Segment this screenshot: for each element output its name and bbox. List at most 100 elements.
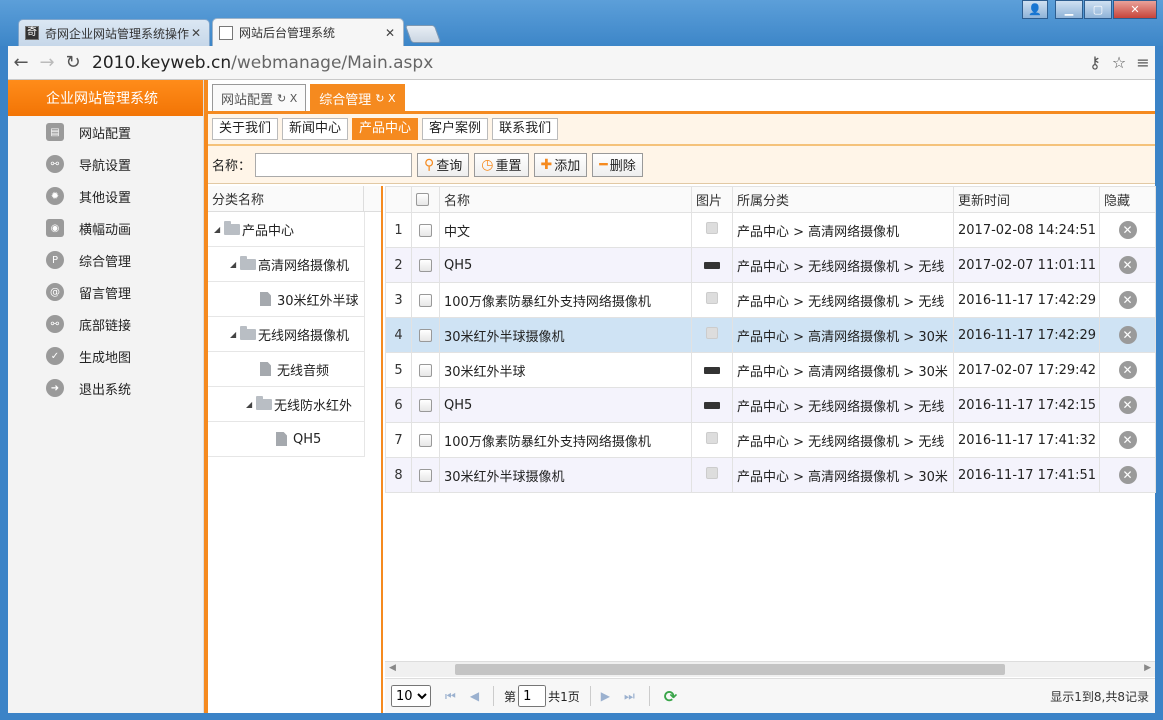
col-image[interactable]: 图片: [691, 186, 733, 213]
tree-node[interactable]: ◢ 产品中心: [208, 212, 365, 247]
thumbnail-icon[interactable]: [706, 222, 718, 234]
row-checkbox-cell[interactable]: [411, 212, 440, 248]
close-icon[interactable]: ✕: [383, 26, 397, 40]
row-checkbox-cell[interactable]: [411, 282, 440, 318]
row-checkbox-cell[interactable]: [411, 422, 440, 458]
thumbnail-icon[interactable]: [706, 327, 718, 339]
thumbnail-icon[interactable]: [706, 292, 718, 304]
row-checkbox-cell[interactable]: [411, 457, 440, 493]
scroll-right-icon[interactable]: ▶: [1144, 663, 1151, 673]
horizontal-scrollbar[interactable]: ◀ ▶: [385, 661, 1155, 677]
col-select-all[interactable]: [411, 186, 440, 213]
tree-node[interactable]: ◢ 高清网络摄像机: [208, 247, 365, 282]
hidden-x-icon[interactable]: ✕: [1118, 291, 1137, 309]
select-all-checkbox[interactable]: [416, 193, 429, 206]
close-window-button[interactable]: ✕: [1113, 0, 1157, 19]
hidden-x-icon[interactable]: ✕: [1118, 396, 1137, 414]
table-row[interactable]: 5 30米红外半球 产品中心 > 高清网络摄像机 > 30米 2017-02-07 1…: [385, 352, 1156, 388]
refresh-close-icon[interactable]: ↻ X: [375, 92, 395, 105]
sidebar-item-footer-links[interactable]: ⚯ 底部链接: [8, 308, 203, 340]
expand-arrow-icon[interactable]: ◢: [230, 330, 240, 339]
col-updated[interactable]: 更新时间: [953, 186, 1100, 213]
sidebar-item-general[interactable]: P 综合管理: [8, 244, 203, 276]
subtab-products[interactable]: 产品中心: [352, 118, 419, 140]
tree-node[interactable]: ◢ 无线网络摄像机: [208, 317, 365, 352]
close-icon[interactable]: ✕: [189, 26, 203, 40]
table-row[interactable]: 6 QH5 产品中心 > 无线网络摄像机 > 无线 2016-11-17 17:42:…: [385, 387, 1156, 423]
row-checkbox[interactable]: [419, 363, 432, 377]
row-checkbox[interactable]: [419, 468, 432, 482]
row-checkbox[interactable]: [419, 433, 432, 447]
delete-button[interactable]: ━ 删除: [592, 152, 643, 177]
add-button[interactable]: ✚ 添加: [533, 152, 588, 177]
address-bar[interactable]: 2010.keyweb.cn/webmanage/Main.aspx: [92, 50, 1083, 76]
new-tab-button[interactable]: [404, 25, 442, 43]
row-checkbox[interactable]: [419, 258, 432, 272]
hidden-x-icon[interactable]: ✕: [1118, 256, 1137, 274]
hidden-x-icon[interactable]: ✕: [1118, 361, 1137, 379]
sidebar-item-config[interactable]: ▤ 网站配置: [8, 116, 203, 148]
table-row[interactable]: 2 QH5 产品中心 > 无线网络摄像机 > 无线 2017-02-07 11:01:…: [385, 247, 1156, 283]
subtab-cases[interactable]: 客户案例: [422, 118, 489, 140]
row-checkbox[interactable]: [419, 223, 432, 237]
row-checkbox[interactable]: [419, 293, 432, 307]
page-size-select[interactable]: 10: [391, 685, 431, 707]
refresh-icon[interactable]: ⟳: [664, 687, 677, 706]
next-page-icon[interactable]: ▶: [601, 689, 610, 703]
tab-general-management[interactable]: 综合管理 ↻ X: [310, 84, 405, 111]
row-checkbox-cell[interactable]: [411, 387, 440, 423]
maximize-button[interactable]: ▢: [1084, 0, 1112, 19]
hidden-x-icon[interactable]: ✕: [1118, 326, 1137, 344]
table-row[interactable]: 3 100万像素防暴红外支持网络摄像机 产品中心 > 无线网络摄像机 > 无线 201…: [385, 282, 1156, 318]
first-page-icon[interactable]: ⏮: [445, 689, 456, 704]
tree-node[interactable]: QH5: [208, 422, 365, 457]
query-button[interactable]: ⚲ 查询: [417, 152, 470, 177]
table-row[interactable]: 4 30米红外半球摄像机 产品中心 > 高清网络摄像机 > 30米 2016-11-1…: [385, 317, 1156, 353]
row-checkbox[interactable]: [419, 398, 432, 412]
tree-node[interactable]: 无线音频: [208, 352, 365, 387]
browser-tab-2[interactable]: 网站后台管理系统 ✕: [212, 18, 404, 46]
minimize-button[interactable]: ▁: [1055, 0, 1083, 19]
back-arrow-icon[interactable]: ←: [8, 52, 34, 73]
tree-node[interactable]: ◢ 无线防水红外: [208, 387, 365, 422]
col-hidden[interactable]: 隐藏: [1099, 186, 1156, 213]
sidebar-item-other[interactable]: ✹ 其他设置: [8, 180, 203, 212]
sidebar-item-logout[interactable]: ➜ 退出系统: [8, 372, 203, 404]
scroll-left-icon[interactable]: ◀: [389, 663, 396, 673]
search-input[interactable]: [255, 152, 413, 177]
sidebar-item-messages[interactable]: @ 留言管理: [8, 276, 203, 308]
tab-site-config[interactable]: 网站配置 ↻ X: [212, 84, 307, 111]
menu-icon[interactable]: ≡: [1131, 53, 1155, 72]
reset-button[interactable]: ◷ 重置: [474, 152, 529, 177]
page-number-input[interactable]: [518, 685, 547, 707]
thumbnail-icon[interactable]: [704, 261, 720, 269]
user-icon[interactable]: 👤: [1022, 0, 1048, 19]
expand-arrow-icon[interactable]: ◢: [214, 225, 224, 234]
prev-page-icon[interactable]: ◀: [470, 689, 479, 703]
subtab-about[interactable]: 关于我们: [212, 118, 279, 140]
reload-icon[interactable]: ↻: [60, 52, 86, 73]
expand-arrow-icon[interactable]: ◢: [230, 260, 240, 269]
table-row[interactable]: 8 30米红外半球摄像机 产品中心 > 高清网络摄像机 > 30米 2016-11-1…: [385, 457, 1156, 493]
refresh-close-icon[interactable]: ↻ X: [277, 92, 297, 105]
row-checkbox[interactable]: [419, 328, 432, 342]
table-row[interactable]: 1 中文 产品中心 > 高清网络摄像机 2017-02-08 14:24:51 ✕: [385, 212, 1156, 248]
forward-arrow-icon[interactable]: →: [34, 52, 60, 73]
col-name[interactable]: 名称: [439, 186, 692, 213]
row-checkbox-cell[interactable]: [411, 352, 440, 388]
row-checkbox-cell[interactable]: [411, 317, 440, 353]
hidden-x-icon[interactable]: ✕: [1118, 466, 1137, 484]
thumbnail-icon[interactable]: [704, 366, 720, 374]
key-icon[interactable]: ⚷: [1083, 53, 1107, 72]
table-row[interactable]: 7 100万像素防暴红外支持网络摄像机 产品中心 > 无线网络摄像机 > 无线 201…: [385, 422, 1156, 458]
sidebar-item-nav[interactable]: ⚯ 导航设置: [8, 148, 203, 180]
col-category[interactable]: 所属分类: [732, 186, 954, 213]
subtab-news[interactable]: 新闻中心: [282, 118, 349, 140]
thumbnail-icon[interactable]: [706, 467, 718, 479]
tree-node[interactable]: 30米红外半球: [208, 282, 365, 317]
hidden-x-icon[interactable]: ✕: [1118, 221, 1137, 239]
browser-tab-1[interactable]: 奇 奇网企业网站管理系统操作 ✕: [18, 19, 210, 46]
expand-arrow-icon[interactable]: ◢: [246, 400, 256, 409]
hidden-x-icon[interactable]: ✕: [1118, 431, 1137, 449]
last-page-icon[interactable]: ⏭: [624, 689, 635, 704]
